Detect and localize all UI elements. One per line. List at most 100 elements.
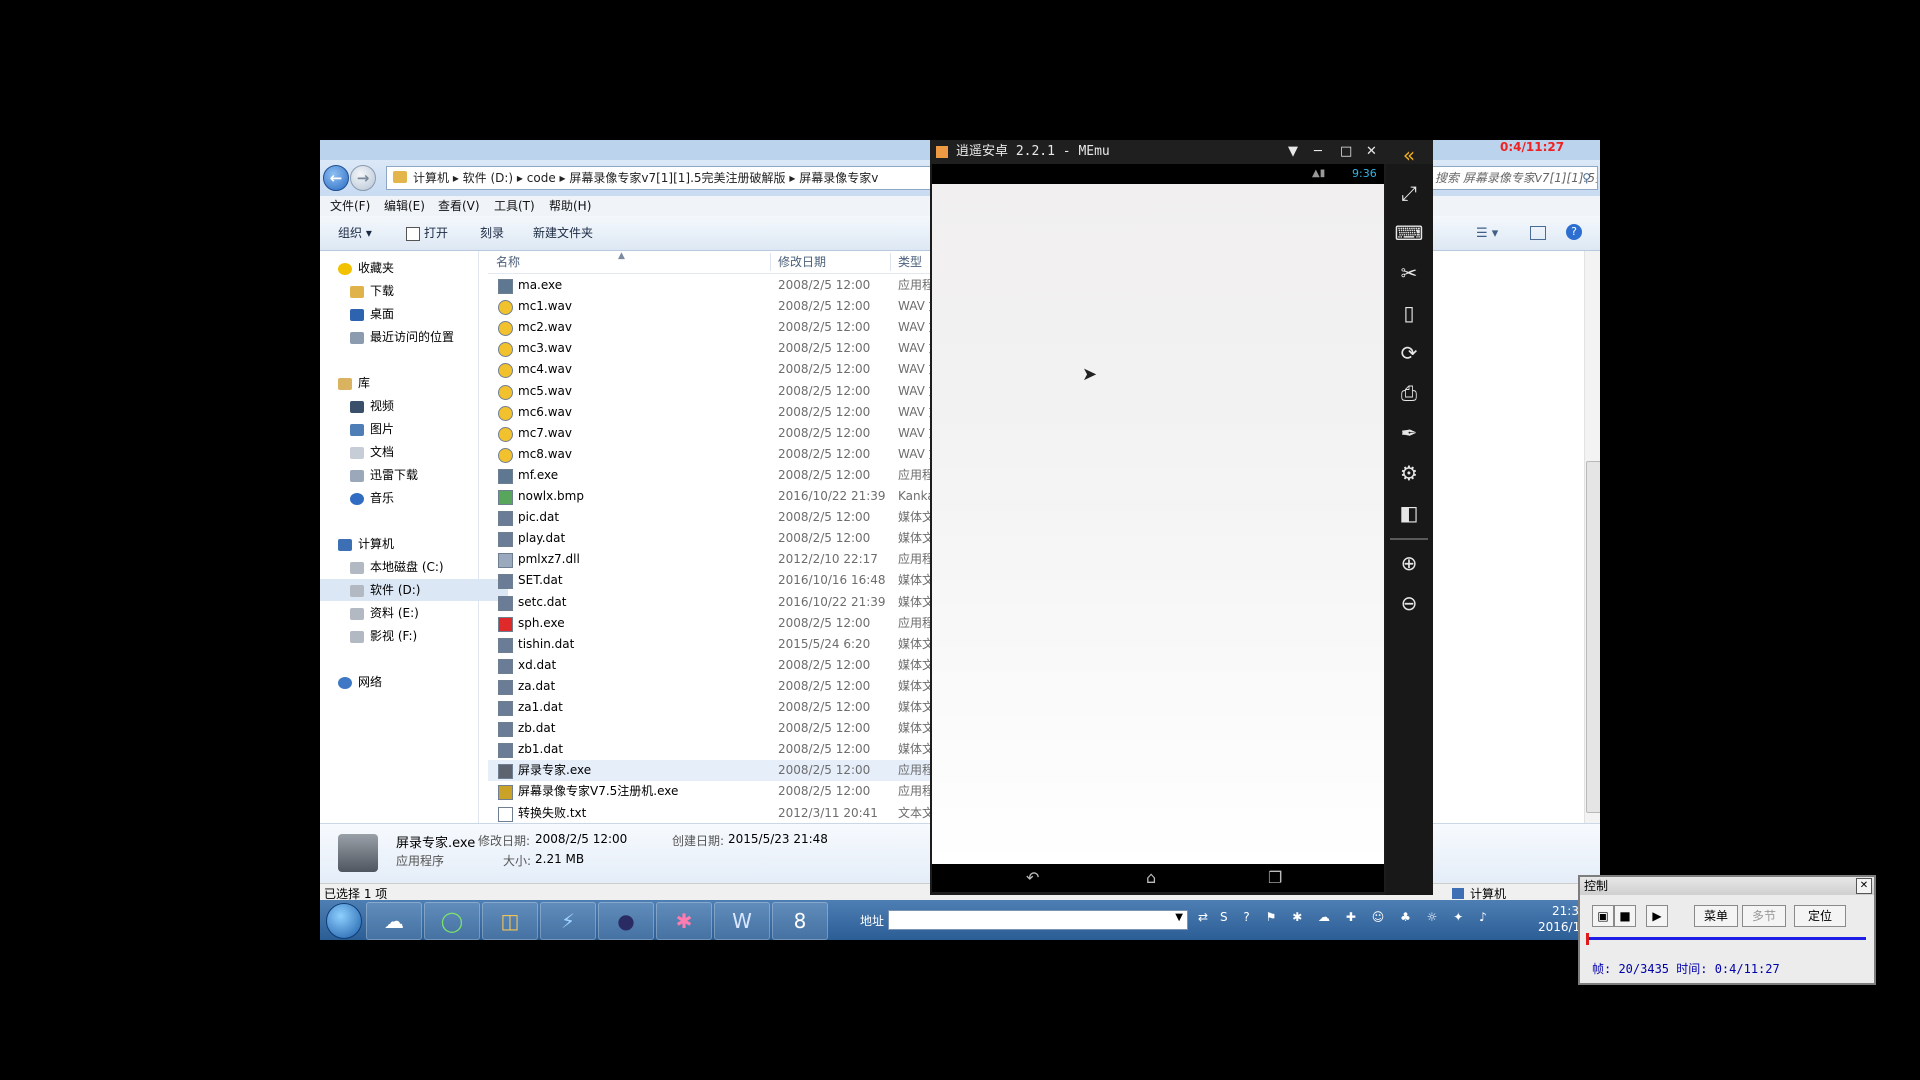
nav-desktop[interactable]: 桌面 — [320, 303, 508, 325]
nav-label: 音乐 — [370, 491, 395, 505]
close-icon[interactable]: ✕ — [1366, 140, 1377, 164]
nav-drive-f[interactable]: 影视 (F:) — [320, 625, 508, 647]
memu-menu-icon[interactable]: ▼ — [1288, 140, 1298, 164]
maximize-icon[interactable]: □ — [1340, 140, 1352, 164]
dropdown-arrow-icon[interactable]: ▼ — [1175, 912, 1183, 923]
go-icon[interactable]: ⇄ — [1198, 910, 1208, 924]
column-date-header[interactable]: 修改日期 — [778, 251, 826, 273]
scroll-thumb[interactable] — [1586, 461, 1600, 813]
nav-label: 库 — [358, 376, 371, 390]
taskbar-app-explorer[interactable]: ◫ — [482, 902, 538, 940]
taskbar-app-eclipse[interactable]: ● — [598, 902, 654, 940]
organize-button[interactable]: 组织 ▾ — [338, 216, 372, 250]
nav-network[interactable]: 网络 — [320, 671, 496, 693]
nav-drive-e[interactable]: 资料 (E:) — [320, 602, 508, 624]
record-start-icon[interactable]: ▣ — [1592, 905, 1614, 927]
open-button[interactable]: 打开 — [424, 216, 448, 250]
breadcrumb-text[interactable]: 计算机 ▸ 软件 (D:) ▸ code ▸ 屏幕录像专家v7[1][1].5完… — [387, 171, 878, 185]
rotate-screen-icon[interactable]: ⟳ — [1394, 338, 1424, 368]
memu-logo-icon — [936, 146, 948, 158]
file-name: mf.exe — [518, 467, 559, 482]
menu-file[interactable]: 文件(F) — [330, 196, 370, 216]
tray-icons[interactable]: S ? ⚑ ✱ ☁ ✚ ☺ ♣ ☼ ✦ ♪ — [1220, 910, 1493, 924]
vertical-scrollbar[interactable] — [1584, 251, 1600, 823]
taskbar-app-thunder[interactable]: ⚡ — [540, 902, 596, 940]
file-name: SET.dat — [518, 573, 563, 588]
minimize-icon[interactable]: ─ — [1314, 140, 1322, 164]
column-name-header[interactable]: 名称 — [496, 251, 520, 273]
nav-recent[interactable]: 最近访问的位置 — [320, 326, 508, 348]
file-date: 2008/2/5 12:00 — [778, 404, 871, 419]
nav-libraries[interactable]: 库 — [320, 372, 496, 394]
menu-help[interactable]: 帮助(H) — [549, 196, 591, 216]
playback-timeline[interactable] — [1586, 937, 1866, 940]
nav-drive-c[interactable]: 本地磁盘 (C:) — [320, 556, 508, 578]
record-next-icon[interactable]: ▶ — [1646, 905, 1668, 927]
record-stop-icon[interactable]: ■ — [1614, 905, 1636, 927]
file-date: 2008/2/5 12:00 — [778, 657, 871, 672]
nav-favorites[interactable]: 收藏夹 — [320, 257, 496, 279]
taskbar-app-screen-recorder[interactable]: 8 — [772, 902, 828, 940]
nav-downloads[interactable]: 下载 — [320, 280, 508, 302]
menu-button[interactable]: 菜单 — [1694, 905, 1738, 927]
nav-music[interactable]: 音乐 — [320, 487, 508, 509]
nav-videos[interactable]: 视频 — [320, 395, 508, 417]
menu-tools[interactable]: 工具(T) — [494, 196, 535, 216]
volume-down-icon[interactable]: ⊖ — [1394, 588, 1424, 618]
new-folder-button[interactable]: 新建文件夹 — [533, 216, 593, 250]
preview-pane-icon[interactable] — [1530, 226, 1546, 240]
memu-titlebar[interactable]: 逍遥安卓 2.2.1 - MEmu ▼ ─ □ ✕ — [930, 140, 1433, 164]
control-titlebar[interactable]: 控制 ✕ — [1580, 877, 1874, 895]
keyboard-icon[interactable]: ⌨ — [1394, 218, 1424, 248]
column-separator[interactable] — [890, 253, 891, 271]
fullscreen-icon[interactable]: ⤢ — [1394, 178, 1424, 208]
taskbar-app-word[interactable]: W — [714, 902, 770, 940]
help-icon[interactable]: ? — [1566, 224, 1582, 240]
view-options-icon[interactable]: ☰ ▾ — [1476, 226, 1498, 241]
locate-button[interactable]: 定位 — [1794, 905, 1846, 927]
file-transfer-icon[interactable]: ◧ — [1394, 498, 1424, 528]
exe-icon — [498, 468, 513, 484]
volume-up-icon[interactable]: ⊕ — [1394, 548, 1424, 578]
nav-label: 收藏夹 — [358, 261, 395, 275]
nav-computer[interactable]: 计算机 — [320, 533, 496, 555]
back-arrow-icon: ← — [329, 169, 343, 187]
nav-pictures[interactable]: 图片 — [320, 418, 508, 440]
file-name: 转换失败.txt — [518, 805, 587, 820]
multi-section-button[interactable]: 多节 — [1742, 905, 1786, 927]
drive-icon — [350, 561, 364, 574]
column-separator[interactable] — [770, 253, 771, 271]
android-back-icon[interactable]: ↶ — [1026, 868, 1039, 887]
android-recents-icon[interactable]: ❐ — [1268, 868, 1282, 887]
apk-install-icon[interactable]: ⎙ — [1394, 378, 1424, 408]
taskbar-app-browser[interactable]: ◯ — [424, 902, 480, 940]
column-type-header[interactable]: 类型 — [898, 251, 922, 273]
nav-thunder[interactable]: 迅雷下载 — [320, 464, 508, 486]
start-button[interactable] — [326, 903, 362, 939]
screenshot-scissors-icon[interactable]: ✂ — [1394, 258, 1424, 288]
taskbar-address-input[interactable]: ▼ — [888, 910, 1188, 930]
playback-position-marker[interactable] — [1586, 933, 1589, 945]
shake-phone-icon[interactable]: ▯ — [1394, 298, 1424, 328]
taskbar-app-baidu[interactable]: ☁ — [366, 902, 422, 940]
system-tray[interactable]: S ? ⚑ ✱ ☁ ✚ ☺ ♣ ☼ ✦ ♪ — [1220, 910, 1550, 930]
android-home-icon[interactable]: ⌂ — [1146, 868, 1156, 887]
taskbar-app-memu[interactable]: ✱ — [656, 902, 712, 940]
file-date: 2016/10/22 21:39 — [778, 489, 886, 503]
control-close-icon[interactable]: ✕ — [1856, 878, 1872, 894]
menu-edit[interactable]: 编辑(E) — [384, 196, 425, 216]
file-date: 2008/2/5 12:00 — [778, 784, 871, 799]
file-name: mc3.wav — [518, 341, 573, 356]
android-screen[interactable]: ➤ — [932, 184, 1384, 864]
search-input[interactable]: 搜索 屏幕录像专家v7[1][1].5完美注... ⚲ — [1430, 166, 1598, 190]
file-date: 2008/2/5 12:00 — [778, 446, 871, 461]
nav-documents[interactable]: 文档 — [320, 441, 508, 463]
nav-drive-d[interactable]: 软件 (D:) — [320, 579, 508, 601]
forward-button[interactable]: → — [350, 165, 376, 191]
back-button[interactable]: ← — [323, 165, 349, 191]
burn-button[interactable]: 刻录 — [480, 216, 504, 250]
collapse-toolbar-icon[interactable]: « — [1394, 140, 1424, 170]
settings-gear-icon[interactable]: ⚙ — [1394, 458, 1424, 488]
menu-view[interactable]: 查看(V) — [438, 196, 480, 216]
clean-brush-icon[interactable]: ✒ — [1394, 418, 1424, 448]
